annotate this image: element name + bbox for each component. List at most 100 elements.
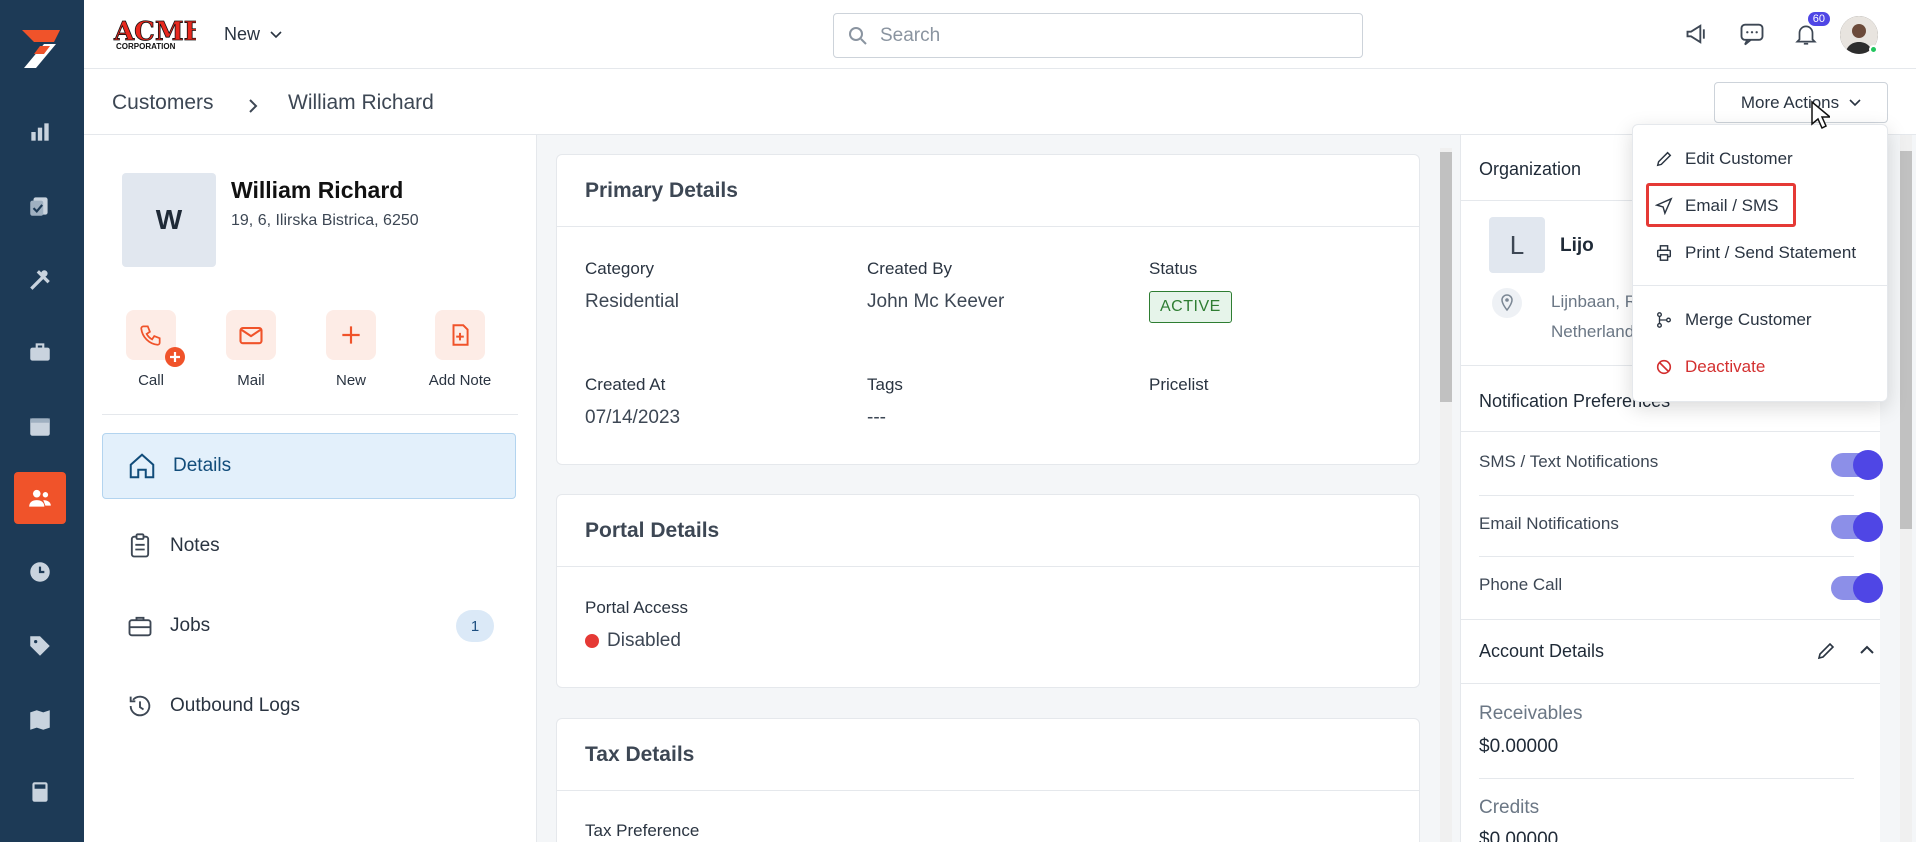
printer-icon	[1656, 245, 1672, 261]
customer-name: William Richard	[231, 177, 404, 203]
status-label: Status	[1149, 259, 1198, 278]
main-scrollbar-thumb[interactable]	[1440, 152, 1452, 402]
customer-address: 19, 6, Ilirska Bistrica, 6250	[231, 212, 419, 229]
mail-button[interactable]: Mail	[206, 310, 296, 389]
menu-item-jobs[interactable]: Jobs 1	[102, 593, 516, 659]
svg-text:CORPORATION: CORPORATION	[116, 42, 176, 51]
pencil-icon	[1656, 151, 1672, 167]
dashboard-icon[interactable]	[14, 106, 66, 158]
customers-icon[interactable]	[14, 472, 66, 524]
more-actions-button[interactable]: More Actions	[1714, 82, 1888, 123]
print-send-statement-item[interactable]: Print / Send Statement	[1633, 233, 1889, 273]
organization-address-line2: Netherland	[1551, 322, 1635, 341]
chevron-down-icon	[270, 30, 282, 38]
bell-icon[interactable]: 60	[1788, 12, 1830, 52]
tools-icon[interactable]	[14, 254, 66, 306]
menu-item-details[interactable]: Details	[102, 433, 516, 499]
new-dropdown[interactable]: New	[224, 24, 282, 45]
calculator-icon[interactable]	[14, 766, 66, 818]
merge-customer-item[interactable]: Merge Customer	[1633, 300, 1889, 340]
divider	[1461, 619, 1880, 620]
online-status-dot	[1869, 45, 1878, 54]
created-at-value: 07/14/2023	[585, 407, 681, 428]
phone-call-label: Phone Call	[1479, 575, 1563, 594]
call-button[interactable]: Call	[106, 310, 196, 389]
calendar-icon[interactable]	[14, 400, 66, 452]
deactivate-item[interactable]: Deactivate	[1633, 347, 1889, 387]
tags-field: Tags ---	[867, 375, 903, 429]
tasks-icon[interactable]	[14, 180, 66, 232]
history-icon	[129, 695, 151, 717]
menu-label-details: Details	[173, 455, 232, 476]
portal-details-card: Portal Details Portal Access Disabled	[556, 494, 1420, 688]
status-badge: ACTIVE	[1149, 291, 1232, 323]
map-icon[interactable]	[14, 694, 66, 746]
tag-icon[interactable]	[14, 620, 66, 672]
portal-access-value: Disabled	[585, 630, 688, 652]
email-notifications-toggle[interactable]	[1831, 512, 1883, 542]
clipboard-icon	[130, 533, 150, 558]
primary-details-card: Primary Details Category Residential Cre…	[556, 154, 1420, 465]
created-by-field: Created By John Mc Keever	[867, 259, 1004, 313]
tags-label: Tags	[867, 375, 903, 394]
chevron-down-icon	[1849, 98, 1861, 106]
main-scrollbar[interactable]	[1440, 148, 1452, 842]
menu-label-outbound-logs: Outbound Logs	[170, 695, 300, 716]
new-label: New	[335, 372, 366, 389]
notification-badge: 60	[1807, 12, 1830, 26]
edit-pencil-icon[interactable]	[1816, 641, 1836, 666]
divider	[1461, 431, 1880, 432]
receivables-value: $0.00000	[1479, 736, 1559, 757]
credits-value: $0.00000	[1479, 829, 1559, 842]
jobs-count-badge: 1	[456, 610, 494, 642]
pricelist-label: Pricelist	[1149, 375, 1209, 394]
email-notifications-label: Email Notifications	[1479, 514, 1619, 533]
created-by-value: John Mc Keever	[867, 291, 1005, 312]
clock-icon[interactable]	[14, 546, 66, 598]
menu-label-jobs: Jobs	[170, 615, 211, 636]
add-note-button[interactable]: Add Note	[415, 310, 505, 389]
phone-icon	[126, 310, 185, 367]
created-by-label: Created By	[867, 259, 953, 278]
edit-customer-label: Edit Customer	[1685, 149, 1793, 168]
menu-item-outbound-logs[interactable]: Outbound Logs	[102, 673, 516, 739]
category-field: Category Residential	[585, 259, 679, 313]
jobs-briefcase-icon[interactable]	[14, 326, 66, 378]
receivables-label: Receivables	[1479, 703, 1583, 724]
menu-item-notes[interactable]: Notes	[102, 513, 516, 579]
breadcrumb-customers[interactable]: Customers	[112, 91, 214, 115]
merge-icon	[1657, 312, 1671, 328]
search-box[interactable]	[833, 13, 1363, 58]
divider	[1479, 495, 1854, 496]
menu-label-notes: Notes	[170, 535, 220, 556]
tags-value: ---	[867, 407, 886, 428]
primary-details-title: Primary Details	[557, 155, 1419, 227]
organization-address-line1: Lijnbaan, R	[1551, 292, 1638, 311]
app-logo-icon[interactable]	[14, 22, 68, 76]
portal-details-title: Portal Details	[557, 495, 1419, 567]
credits-label: Credits	[1479, 797, 1540, 818]
megaphone-icon[interactable]	[1680, 16, 1716, 52]
sms-notifications-toggle[interactable]	[1831, 450, 1883, 480]
organization-name[interactable]: Lijo	[1560, 235, 1594, 257]
tax-details-card: Tax Details Tax Preference	[556, 718, 1420, 842]
customer-initial-avatar: W	[122, 173, 216, 267]
phone-call-toggle[interactable]	[1831, 573, 1883, 603]
new-button[interactable]: New	[306, 310, 396, 389]
divider	[1479, 778, 1854, 779]
tax-preference-field: Tax Preference	[585, 821, 699, 841]
customer-profile-panel: W William Richard 19, 6, Ilirska Bistric…	[84, 135, 537, 842]
chevron-up-icon[interactable]	[1859, 643, 1875, 661]
search-input[interactable]	[880, 24, 1340, 47]
right-scrollbar[interactable]	[1900, 135, 1912, 842]
edit-customer-item[interactable]: Edit Customer	[1633, 139, 1889, 179]
organization-title: Organization	[1479, 159, 1582, 179]
chat-icon[interactable]	[1734, 16, 1770, 52]
right-scrollbar-thumb[interactable]	[1900, 151, 1912, 529]
deactivate-label: Deactivate	[1685, 357, 1766, 376]
tax-preference-label: Tax Preference	[585, 821, 700, 840]
location-pin-icon	[1491, 287, 1523, 324]
divider	[1461, 683, 1880, 684]
category-value: Residential	[585, 291, 679, 312]
print-send-statement-label: Print / Send Statement	[1685, 243, 1857, 262]
